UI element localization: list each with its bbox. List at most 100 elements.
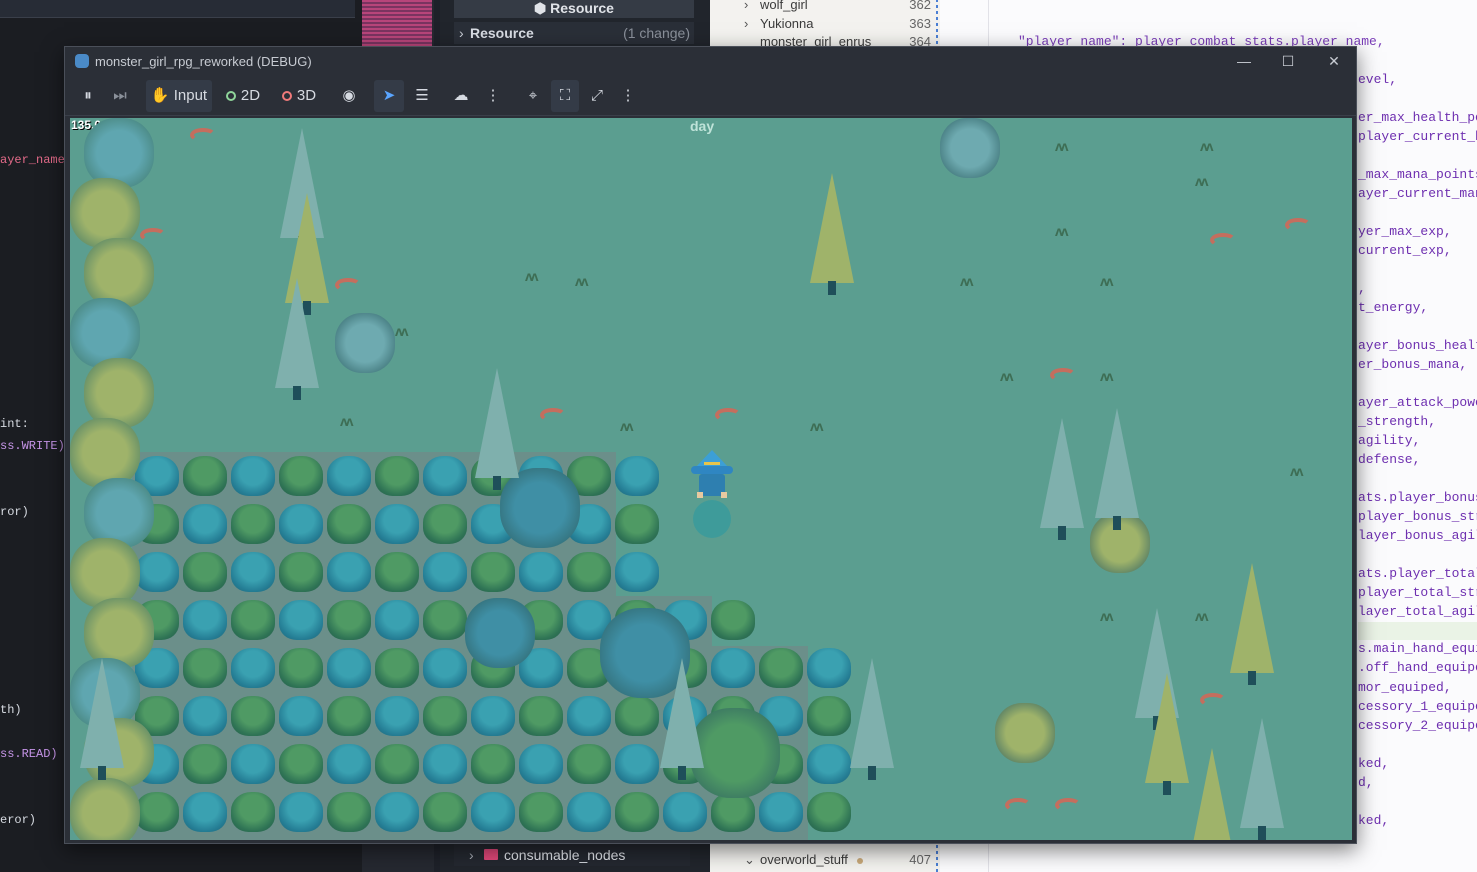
code-editor-tabbar <box>0 0 355 18</box>
bush <box>615 696 659 736</box>
tree-item[interactable]: monster_girl_enrus 364 <box>730 32 935 46</box>
visibility-button[interactable]: ◉ <box>336 80 362 112</box>
time-of-day-label: day <box>690 118 715 134</box>
round-tree <box>500 468 580 548</box>
bush <box>807 792 851 832</box>
more-options-button-2[interactable]: ⋮ <box>615 80 641 112</box>
minimize-button[interactable]: — <box>1221 47 1267 76</box>
input-toggle-button[interactable]: ✋ Input <box>146 80 212 112</box>
code-line: ked, <box>1358 756 1390 771</box>
camera-override-button[interactable]: ⌖ <box>519 80 547 112</box>
grass-tuft: ᴧᴧ <box>1100 608 1114 624</box>
bush <box>279 504 323 544</box>
chevron-right-icon: › <box>459 25 464 41</box>
petal-decoration <box>1055 798 1081 812</box>
bush <box>279 792 323 832</box>
code-line: ats.player_bonus <box>1358 490 1477 505</box>
code-line: cessory_2_equipe <box>1358 718 1477 733</box>
bush <box>711 648 755 688</box>
tree-item[interactable]: ⌄ overworld_stuff 407 <box>730 850 935 870</box>
hat-band <box>704 462 720 465</box>
round-tree <box>995 703 1055 763</box>
chevron-right-icon: › <box>744 16 749 31</box>
bush <box>423 744 467 784</box>
fit-to-window-button[interactable]: ⛶ <box>551 80 579 112</box>
bush <box>807 696 851 736</box>
pause-button[interactable]: ⏸ <box>75 80 101 112</box>
window-titlebar[interactable]: monster_girl_rpg_reworked (DEBUG) — ☐ ✕ <box>65 47 1356 76</box>
code-line: ss.WRITE) <box>0 439 65 453</box>
game-window: monster_girl_rpg_reworked (DEBUG) — ☐ ✕ … <box>64 46 1357 844</box>
code-line: ayer_attack_powe <box>1358 395 1477 410</box>
bush <box>615 456 659 496</box>
game-viewport[interactable]: 135.0 day ᴧᴧ ᴧᴧ ᴧᴧ ᴧᴧ ᴧᴧ ᴧᴧ ᴧᴧ ᴧᴧ ᴧᴧ ᴧᴧ ᴧᴧ ᴧᴧ ᴧᴧ ᴧᴧ ᴧᴧ… <box>70 118 1352 840</box>
tree <box>84 238 154 308</box>
bush <box>231 696 275 736</box>
bush <box>423 552 467 592</box>
select-mode-button[interactable]: ➤ <box>374 80 404 112</box>
bush <box>279 744 323 784</box>
code-line: cessory_1_equipe <box>1358 699 1477 714</box>
code-line: t_energy, <box>1358 300 1429 315</box>
bush <box>519 696 563 736</box>
grass-tuft: ᴧᴧ <box>1055 223 1069 239</box>
pine-tree <box>660 658 704 768</box>
mode-2d-button[interactable]: 2D <box>222 80 264 112</box>
list-select-button[interactable]: ☰ <box>408 80 436 112</box>
code-line: eror) <box>0 813 37 827</box>
tree <box>84 118 154 188</box>
bush <box>759 648 803 688</box>
tree <box>70 538 140 608</box>
godot-icon <box>75 54 89 68</box>
pine-tree <box>810 173 854 283</box>
bush <box>183 600 227 640</box>
code-line: player_total_str <box>1358 585 1477 600</box>
fullscreen-button[interactable]: ⤢ <box>583 80 611 112</box>
bush <box>711 792 755 832</box>
more-options-button[interactable]: ⋮ <box>480 80 506 112</box>
tree-trunk <box>98 766 106 780</box>
camera-button[interactable]: ☁ <box>448 80 474 112</box>
round-tree <box>335 313 395 373</box>
tree-item[interactable]: › Yukionna 363 <box>730 14 935 34</box>
grass-tuft: ᴧᴧ <box>620 418 634 434</box>
bush <box>231 504 275 544</box>
input-icon: ✋ <box>150 87 170 104</box>
code-line: ayer_name <box>0 153 65 167</box>
mode-3d-button[interactable]: 3D <box>278 80 320 112</box>
bush <box>567 552 611 592</box>
maximize-button[interactable]: ☐ <box>1265 47 1311 76</box>
pine-tree <box>1230 563 1274 673</box>
code-line-highlight <box>1358 622 1477 640</box>
bush <box>231 792 275 832</box>
bush <box>807 744 851 784</box>
bush <box>327 648 371 688</box>
embedded-game-toolbar: ⏸ ⏭ ✋ Input 2D 3D ◉ ➤ ☰ ☁ ⋮ ⌖ ⛶ ⤢ ⋮ 1280… <box>65 76 1356 133</box>
grass-tuft: ᴧᴧ <box>1055 138 1069 154</box>
code-line: current_exp, <box>1358 243 1452 258</box>
bush <box>279 552 323 592</box>
tree-trunk <box>828 281 836 295</box>
code-minimap <box>362 0 432 46</box>
tree-item[interactable]: › wolf_girl 362 <box>730 0 935 15</box>
close-button[interactable]: ✕ <box>1311 47 1357 76</box>
chevron-right-icon: › <box>469 847 474 863</box>
player-character <box>687 450 737 540</box>
bush <box>375 792 419 832</box>
bush <box>519 552 563 592</box>
bush <box>183 456 227 496</box>
code-line: yer_max_exp, <box>1358 224 1452 239</box>
bush <box>615 504 659 544</box>
resource-row[interactable]: › Resource (1 change) <box>454 22 694 44</box>
code-line: player_bonus_str <box>1358 509 1477 524</box>
code-line: ked, <box>1358 813 1390 828</box>
pine-tree <box>1145 673 1189 783</box>
tree-trunk <box>1058 526 1066 540</box>
bush <box>807 648 851 688</box>
petal-decoration <box>1050 368 1076 382</box>
bush <box>135 792 179 832</box>
pine-tree <box>850 658 894 768</box>
pine-tree <box>475 368 519 478</box>
filesystem-item[interactable]: › consumable_nodes <box>454 844 690 866</box>
step-frame-button[interactable]: ⏭ <box>107 80 133 112</box>
